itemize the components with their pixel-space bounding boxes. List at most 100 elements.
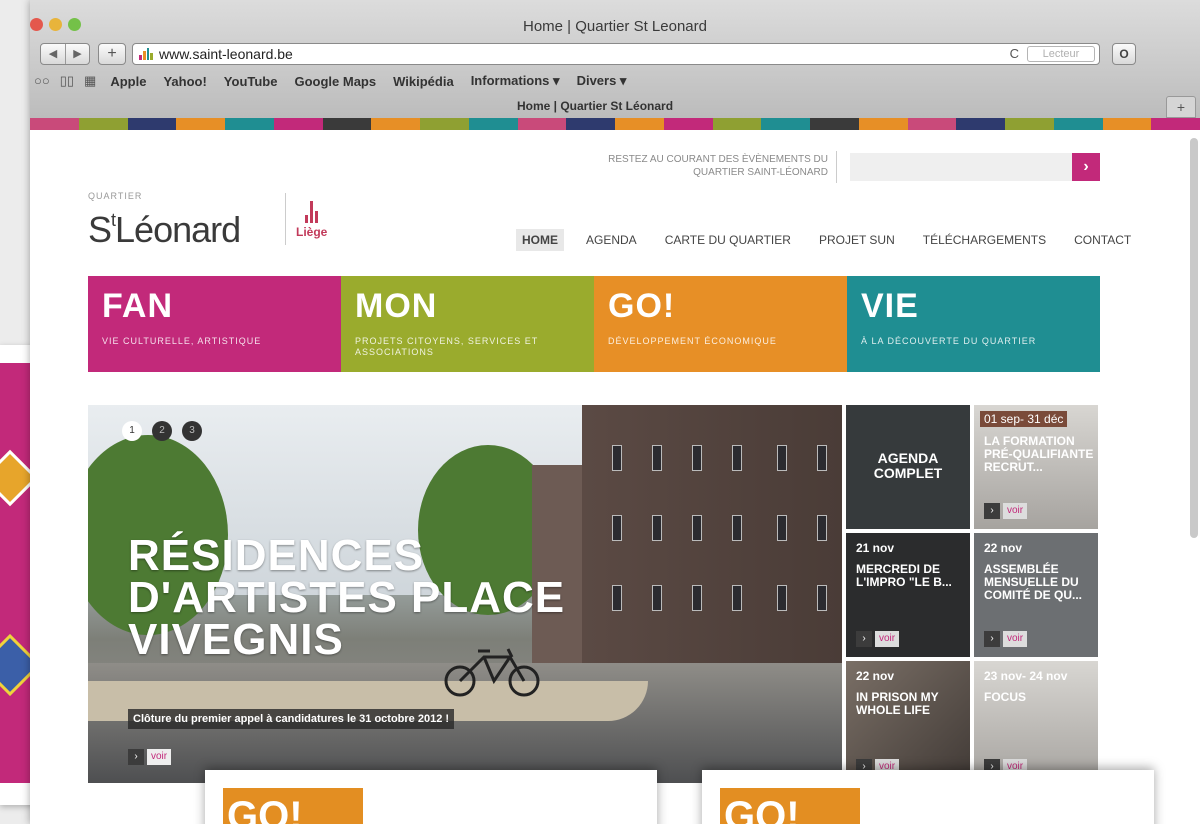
bookmark-item[interactable]: Yahoo!: [163, 74, 206, 89]
stripe-segment: [615, 118, 664, 130]
agenda-complete-tile[interactable]: AGENDA COMPLET: [846, 405, 970, 529]
bookmark-folder[interactable]: Divers ▾: [577, 73, 627, 89]
agenda-voir-button[interactable]: › voir: [984, 503, 1028, 519]
agenda-item[interactable]: 01 sep- 31 déc LA FORMATION PRÉ-QUALIFIA…: [974, 405, 1098, 529]
bookmark-item[interactable]: Apple: [110, 74, 146, 89]
tile-vie[interactable]: VIE À LA DÉCOUVERTE DU QUARTIER: [847, 276, 1100, 372]
site-color-stripe: [30, 118, 1200, 130]
agenda-item-title: FOCUS: [984, 690, 1026, 704]
nav-telechargements[interactable]: TÉLÉCHARGEMENTS: [917, 229, 1052, 251]
stripe-segment: [761, 118, 810, 130]
stripe-segment: [176, 118, 225, 130]
slider-dot[interactable]: 3: [182, 421, 202, 441]
reader-button[interactable]: Lecteur: [1027, 46, 1095, 62]
bookmark-item[interactable]: Wikipédia: [393, 74, 454, 89]
bookmark-folder[interactable]: Informations ▾: [471, 73, 560, 89]
downloads-icon[interactable]: O: [1112, 43, 1136, 65]
agenda-item-title: ASSEMBLÉE MENSUELLE DU COMITÉ DE QU...: [984, 562, 1083, 602]
top-sites-grid-icon[interactable]: ▦: [84, 73, 96, 89]
hero-caption: Clôture du premier appel à candidatures …: [128, 709, 455, 729]
agenda-item[interactable]: 23 nov- 24 nov FOCUS › voir: [974, 661, 1098, 785]
new-tab-button[interactable]: +: [1166, 96, 1196, 118]
hero-title: RÉSIDENCES D'ARTISTES PLACE VIVEGNIS: [128, 531, 566, 664]
add-bookmark-button[interactable]: +: [98, 43, 126, 65]
brochure-cover: [0, 363, 34, 783]
reading-list-icon[interactable]: ○○: [34, 73, 50, 89]
nav-agenda[interactable]: AGENDA: [580, 229, 643, 251]
back-icon[interactable]: ◀: [41, 44, 65, 64]
liege-label: Liège: [296, 225, 328, 239]
newsletter-email-input[interactable]: [850, 153, 1072, 181]
agenda-voir-button[interactable]: › voir: [984, 631, 1028, 647]
agenda-item[interactable]: 21 nov MERCREDI DE L'IMPRO "LE B... › vo…: [846, 533, 970, 657]
nav-projet-sun[interactable]: PROJET SUN: [813, 229, 901, 251]
nav-carte-du-quartier[interactable]: CARTE DU QUARTIER: [659, 229, 797, 251]
foreground-card: GO!: [205, 770, 657, 824]
voir-label: voir: [147, 749, 172, 765]
window-title: Home | Quartier St Leonard: [523, 18, 707, 35]
hero-voir-button[interactable]: › voir: [128, 749, 172, 765]
bookmarks-bar: ○○ ▯▯ ▦ Apple Yahoo! YouTube Google Maps…: [30, 72, 1200, 90]
category-tiles: FAN VIE CULTURELLE, ARTISTIQUE MON PROJE…: [88, 276, 1100, 372]
agenda-voir-button[interactable]: › voir: [856, 631, 900, 647]
tile-fan[interactable]: FAN VIE CULTURELLE, ARTISTIQUE: [88, 276, 341, 372]
reload-icon[interactable]: C: [1010, 46, 1019, 61]
voir-label: voir: [1003, 503, 1028, 519]
liege-logo: Liège: [296, 199, 327, 239]
stripe-segment: [322, 118, 372, 130]
tile-title: MON: [355, 287, 438, 325]
card-go-label: GO!: [223, 788, 363, 824]
stripe-segment: [1102, 118, 1152, 130]
forward-icon[interactable]: ▶: [65, 44, 89, 64]
nav-contact[interactable]: CONTACT: [1068, 229, 1137, 251]
agenda-item-date: 22 nov: [984, 541, 1023, 555]
agenda-item[interactable]: 22 nov ASSEMBLÉE MENSUELLE DU COMITÉ DE …: [974, 533, 1098, 657]
url-text: www.saint-leonard.be: [159, 46, 293, 62]
tile-title: VIE: [861, 287, 919, 325]
agenda-item-title: LA FORMATION PRÉ-QUALIFIANTE RECRUT...: [984, 434, 1094, 474]
agenda-complete-label: AGENDA COMPLET: [873, 450, 943, 481]
voir-label: voir: [1003, 631, 1028, 647]
stripe-segment: [78, 118, 128, 130]
chevron-right-icon: ›: [128, 749, 144, 765]
logo-tagline: QUARTIER: [88, 191, 143, 201]
agenda-item-date: 23 nov- 24 nov: [984, 669, 1068, 683]
agenda-grid: AGENDA COMPLET 01 sep- 31 déc LA FORMATI…: [846, 405, 1100, 787]
tile-mon[interactable]: MON PROJETS CITOYENS, SERVICES ET ASSOCI…: [341, 276, 594, 372]
logo-rest: Léonard: [115, 209, 241, 250]
bookmarks-book-icon[interactable]: ▯▯: [60, 73, 74, 89]
stripe-segment: [420, 118, 469, 130]
liege-bars-icon: [296, 199, 327, 223]
newsletter-submit-button[interactable]: ›: [1072, 153, 1100, 181]
tile-subtitle: VIE CULTURELLE, ARTISTIQUE: [102, 336, 262, 346]
tile-go[interactable]: GO! DÉVELOPPEMENT ÉCONOMIQUE: [594, 276, 847, 372]
divider: [836, 151, 837, 183]
agenda-item[interactable]: 22 nov IN PRISON MY WHOLE LIFE › voir: [846, 661, 970, 785]
stripe-segment: [663, 118, 713, 130]
web-page: RESTEZ AU COURANT DES ÈVÈNEMENTS DU QUAR…: [30, 131, 1200, 824]
stage: Home | Quartier St Leonard ◀ ▶ + www.sai…: [0, 0, 1200, 824]
browser-toolbar: ◀ ▶ + www.saint-leonard.be C Lecteur O: [30, 40, 1200, 68]
hero-slider[interactable]: 1 2 3 RÉSIDENCES D'ARTISTES PLACE VIVEGN…: [88, 405, 842, 783]
page-scrollbar[interactable]: [1190, 138, 1198, 538]
site-logo[interactable]: QUARTIER StLéonard: [88, 191, 241, 250]
voir-label: voir: [875, 631, 900, 647]
tab-bar: Home | Quartier St Léonard +: [30, 94, 1200, 118]
agenda-item-date: 21 nov: [856, 541, 895, 555]
agenda-item-title: MERCREDI DE L'IMPRO "LE B...: [856, 562, 952, 589]
nav-home[interactable]: HOME: [516, 229, 564, 251]
active-tab[interactable]: Home | Quartier St Léonard: [30, 96, 1160, 116]
chevron-right-icon: ›: [984, 631, 1000, 647]
bookmark-item[interactable]: YouTube: [224, 74, 278, 89]
address-bar[interactable]: www.saint-leonard.be C Lecteur: [132, 43, 1100, 65]
stripe-segment: [273, 118, 323, 130]
stripe-segment: [30, 118, 79, 130]
slider-pagination: 1 2 3: [122, 421, 202, 441]
stripe-segment: [1151, 118, 1200, 130]
logo-wordmark: StLéonard: [88, 201, 241, 250]
history-buttons: ◀ ▶: [40, 43, 90, 65]
slider-dot[interactable]: 2: [152, 421, 172, 441]
bookmark-item[interactable]: Google Maps: [294, 74, 376, 89]
slider-dot[interactable]: 1: [122, 421, 142, 441]
bookmarks-bar-icons: ○○ ▯▯ ▦: [34, 73, 96, 89]
